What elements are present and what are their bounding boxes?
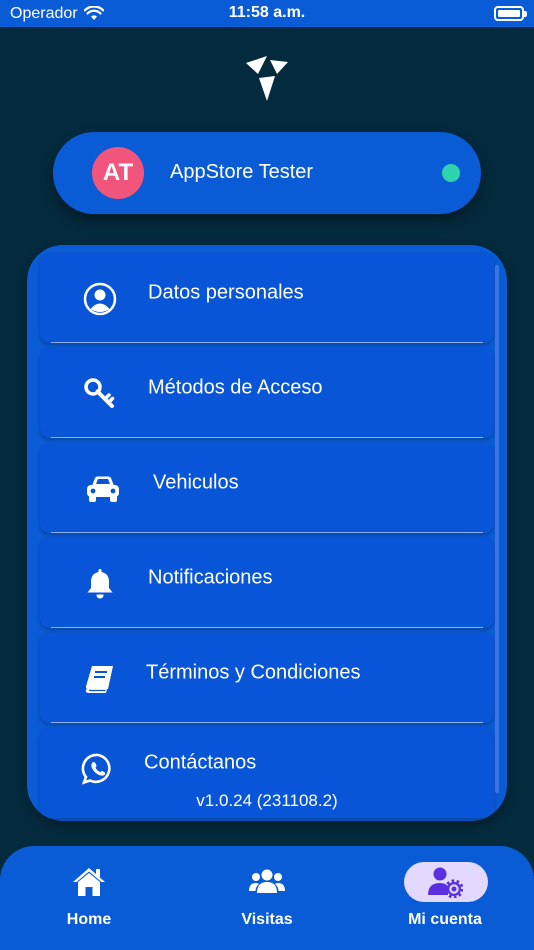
- divider: [51, 532, 483, 533]
- book-icon: [85, 666, 113, 693]
- avatar: AT: [92, 147, 144, 199]
- divider: [51, 437, 483, 438]
- car-icon: [87, 476, 119, 502]
- scrollbar[interactable]: [495, 265, 499, 793]
- profile-name: AppStore Tester: [170, 161, 314, 183]
- status-time: 11:58 a.m.: [228, 4, 306, 21]
- menu-item-terminos-condiciones[interactable]: Términos y Condiciones: [40, 633, 494, 723]
- menu-label: Datos personales: [148, 281, 304, 304]
- tab-label: Mi cuenta: [408, 911, 482, 928]
- divider: [51, 627, 483, 628]
- menu-label: Vehiculos: [153, 471, 239, 494]
- divider: [51, 722, 483, 723]
- user-circle-icon: [83, 282, 117, 316]
- users-icon: [249, 869, 285, 893]
- divider: [51, 342, 483, 343]
- menu-item-metodos-acceso[interactable]: Métodos de Acceso: [40, 348, 494, 438]
- tab-home[interactable]: Home: [0, 846, 178, 950]
- tab-bar: Home Visitas Mi cuenta: [0, 846, 534, 950]
- menu-label: Términos y Condiciones: [146, 661, 361, 684]
- menu-item-vehiculos[interactable]: Vehiculos: [40, 443, 494, 533]
- home-icon: [73, 868, 105, 896]
- tab-mi-cuenta[interactable]: Mi cuenta: [356, 846, 534, 950]
- menu-item-notificaciones[interactable]: Notificaciones: [40, 538, 494, 628]
- profile-card[interactable]: AT AppStore Tester: [53, 132, 481, 214]
- bell-icon: [87, 569, 113, 599]
- online-status-dot: [442, 164, 460, 182]
- key-icon: [84, 378, 115, 408]
- tab-label: Visitas: [241, 911, 293, 928]
- battery-icon: [494, 6, 527, 21]
- app-version: v1.0.24 (231108.2): [196, 791, 338, 810]
- menu-item-datos-personales[interactable]: Datos personales: [40, 253, 494, 343]
- app-logo-icon: [246, 56, 288, 101]
- account-menu-panel: Datos personales Métodos de Acceso Vehic…: [27, 245, 507, 821]
- menu-label: Métodos de Acceso: [148, 376, 323, 399]
- user-gear-icon: [428, 867, 463, 898]
- whatsapp-icon: [81, 753, 111, 785]
- tab-label: Home: [66, 911, 112, 928]
- status-bar: Operador 11:58 a.m.: [0, 0, 534, 27]
- tab-visitas[interactable]: Visitas: [178, 846, 356, 950]
- menu-label: Notificaciones: [148, 566, 273, 589]
- menu-label: Contáctanos: [144, 751, 257, 774]
